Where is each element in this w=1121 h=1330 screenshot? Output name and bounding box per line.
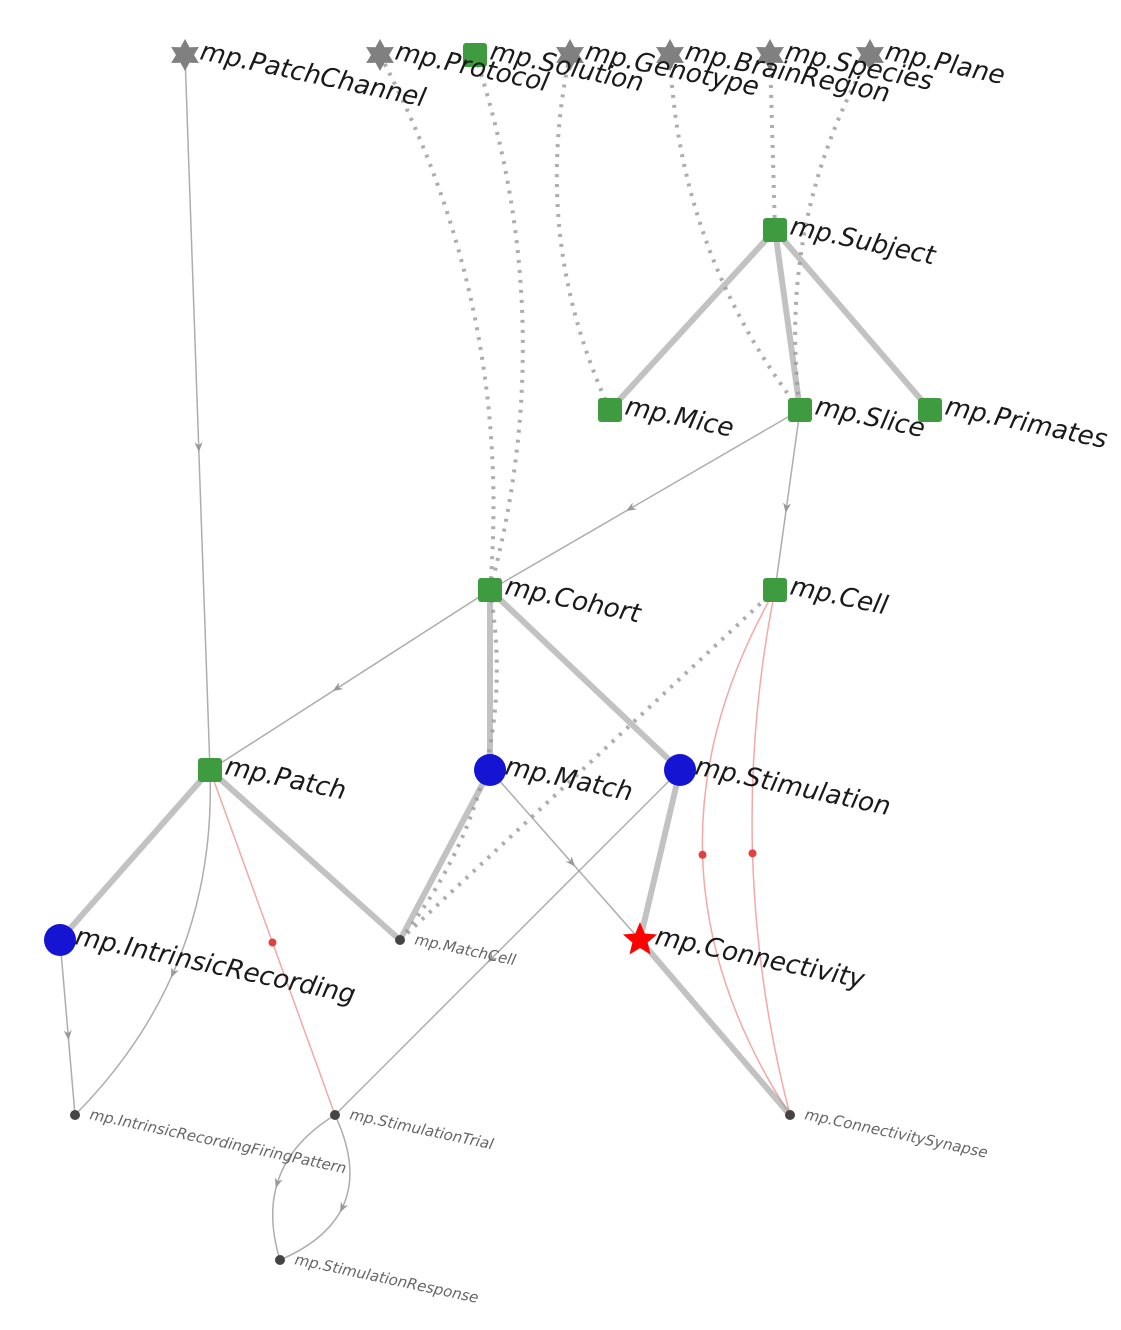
label-stimulation: mp.Stimulation bbox=[693, 752, 894, 823]
label-primates: mp.Primates bbox=[943, 392, 1110, 456]
edge-stimtrial-stimresponse bbox=[280, 1115, 350, 1260]
edge-stimtrial-stimresponse bbox=[273, 1115, 335, 1260]
label-subject: mp.Subject bbox=[788, 212, 939, 272]
schema-diagram: mp.PatchChannelmp.Protocolmp.Solutionmp.… bbox=[0, 0, 1121, 1330]
node-matchcell bbox=[395, 935, 405, 945]
node-match bbox=[474, 754, 506, 786]
node-intrinsic bbox=[44, 924, 76, 956]
edge-stimulation-stimtrial bbox=[335, 770, 680, 1115]
node-stimresponse bbox=[275, 1255, 285, 1265]
label-stimtrial: mp.StimulationTrial bbox=[348, 1105, 496, 1153]
label-stimresponse: mp.StimulationResponse bbox=[293, 1250, 480, 1307]
edge-solution-cohort bbox=[475, 55, 523, 590]
node-firingpattern bbox=[70, 1110, 80, 1120]
edge-cohort-patch bbox=[210, 590, 490, 770]
edge-cell-connsynapse bbox=[702, 590, 790, 1115]
node-connsynapse bbox=[785, 1110, 795, 1120]
node-stimtrial bbox=[330, 1110, 340, 1120]
node-protocol bbox=[366, 39, 394, 71]
edge-genotype-mice bbox=[557, 55, 610, 410]
node-patchchannel bbox=[171, 39, 199, 71]
label-connectivity: mp.Connectivity bbox=[653, 922, 868, 996]
edge-match-matchcell bbox=[400, 770, 490, 940]
edge-cell-connsynapse bbox=[752, 590, 790, 1115]
node-cell bbox=[763, 578, 787, 602]
label-intrinsic: mp.IntrinsicRecording bbox=[73, 922, 359, 1011]
node-patch bbox=[198, 758, 222, 782]
edge-slice-cohort bbox=[490, 410, 800, 590]
node-slice bbox=[788, 398, 812, 422]
edge-patch-intrinsic bbox=[60, 770, 210, 940]
label-connsynapse: mp.ConnectivitySynapse bbox=[803, 1105, 989, 1161]
label-firingpattern: mp.IntrinsicRecordingFiringPattern bbox=[88, 1105, 348, 1177]
label-mice: mp.Mice bbox=[623, 392, 737, 444]
node-mice bbox=[598, 398, 622, 422]
edge-intrinsic-firingpattern bbox=[60, 940, 75, 1115]
node-subject bbox=[763, 218, 787, 242]
edge-protocol-cohort bbox=[380, 55, 493, 590]
node-cohort bbox=[478, 578, 502, 602]
edge-slice-cell bbox=[775, 410, 800, 590]
label-match: mp.Match bbox=[503, 752, 636, 808]
edge-subject-mice bbox=[610, 230, 775, 410]
label-patchchannel: mp.PatchChannel bbox=[198, 37, 429, 114]
edge-patchchannel-patch bbox=[185, 55, 210, 770]
label-slice: mp.Slice bbox=[813, 392, 928, 444]
node-stimulation bbox=[664, 754, 696, 786]
label-cell: mp.Cell bbox=[788, 572, 892, 622]
label-matchcell: mp.MatchCell bbox=[413, 930, 518, 969]
edge-stimulation-connectivity bbox=[640, 770, 680, 940]
